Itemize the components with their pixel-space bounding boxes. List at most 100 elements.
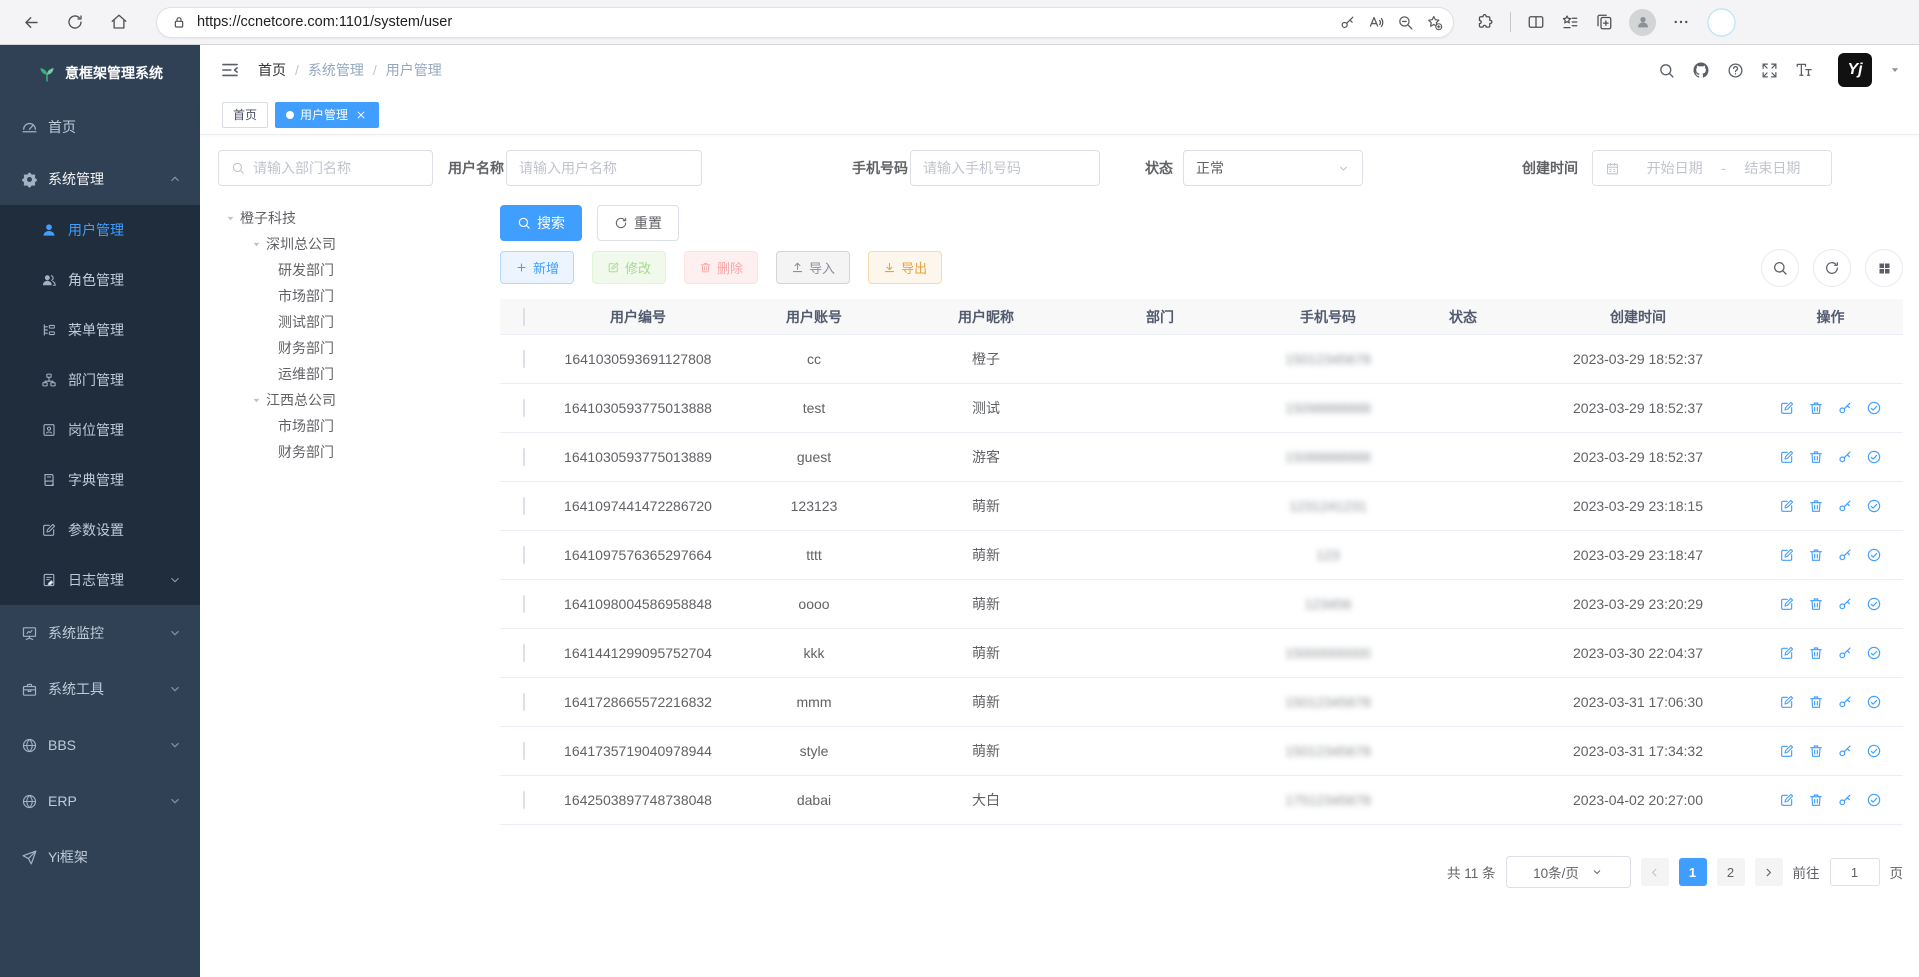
row-checkbox[interactable] bbox=[523, 644, 525, 662]
copilot-icon[interactable] bbox=[1706, 7, 1737, 38]
row-checkbox[interactable] bbox=[523, 693, 525, 711]
sidebar-item-param-settings[interactable]: 参数设置 bbox=[0, 505, 200, 555]
row-assign-role-icon[interactable] bbox=[1866, 792, 1882, 808]
row-assign-role-icon[interactable] bbox=[1866, 694, 1882, 710]
search-button[interactable]: 搜索 bbox=[500, 205, 582, 241]
password-key-icon[interactable] bbox=[1339, 14, 1356, 31]
tree-node[interactable]: 研发部门 bbox=[222, 257, 487, 283]
home-icon[interactable] bbox=[104, 7, 134, 37]
tag-home[interactable]: 首页 bbox=[222, 102, 268, 128]
end-date[interactable]: 结束日期 bbox=[1726, 158, 1819, 178]
fullscreen-icon[interactable] bbox=[1761, 62, 1778, 79]
refresh-icon[interactable] bbox=[60, 7, 90, 37]
sidebar-item-log-mgmt[interactable]: 日志管理 bbox=[0, 555, 200, 605]
user-avatar[interactable]: Yj bbox=[1838, 53, 1872, 87]
row-reset-password-icon[interactable] bbox=[1837, 645, 1853, 661]
table-refresh-icon[interactable] bbox=[1813, 249, 1851, 287]
row-assign-role-icon[interactable] bbox=[1866, 400, 1882, 416]
tree-node[interactable]: 运维部门 bbox=[222, 361, 487, 387]
more-menu-icon[interactable] bbox=[1672, 13, 1690, 31]
row-edit-icon[interactable] bbox=[1779, 743, 1795, 759]
row-checkbox[interactable] bbox=[523, 399, 525, 417]
app-logo[interactable]: 意框架管理系统 bbox=[0, 45, 200, 101]
breadcrumb-home[interactable]: 首页 bbox=[258, 60, 286, 80]
username-input[interactable] bbox=[506, 150, 702, 186]
sidebar-item-user-mgmt[interactable]: 用户管理 bbox=[0, 205, 200, 255]
sidebar-item-home[interactable]: 首页 bbox=[0, 101, 200, 153]
back-icon[interactable] bbox=[16, 7, 46, 37]
sidebar-item-system-monitor[interactable]: 系统监控 bbox=[0, 605, 200, 661]
row-delete-icon[interactable] bbox=[1808, 596, 1824, 612]
read-aloud-icon[interactable] bbox=[1368, 14, 1385, 31]
row-assign-role-icon[interactable] bbox=[1866, 547, 1882, 563]
goto-page-input[interactable] bbox=[1830, 858, 1880, 886]
row-edit-icon[interactable] bbox=[1779, 400, 1795, 416]
browser-profile-avatar[interactable] bbox=[1629, 9, 1656, 36]
sidebar-item-dict-mgmt[interactable]: 字典管理 bbox=[0, 455, 200, 505]
sidebar-item-menu-mgmt[interactable]: 菜单管理 bbox=[0, 305, 200, 355]
help-icon[interactable] bbox=[1727, 62, 1744, 79]
row-reset-password-icon[interactable] bbox=[1837, 498, 1853, 514]
page-button-1[interactable]: 1 bbox=[1679, 858, 1707, 886]
tree-node[interactable]: 市场部门 bbox=[222, 413, 487, 439]
row-checkbox[interactable] bbox=[523, 742, 525, 760]
table-search-toggle-icon[interactable] bbox=[1761, 249, 1799, 287]
sidebar-item-post-mgmt[interactable]: 岗位管理 bbox=[0, 405, 200, 455]
column-settings-icon[interactable] bbox=[1865, 249, 1903, 287]
phone-input[interactable] bbox=[910, 150, 1100, 186]
favorite-star-icon[interactable] bbox=[1426, 14, 1443, 31]
next-page-button[interactable] bbox=[1755, 858, 1783, 886]
username-field[interactable] bbox=[519, 160, 689, 176]
sidebar-item-system-tools[interactable]: 系统工具 bbox=[0, 661, 200, 717]
row-reset-password-icon[interactable] bbox=[1837, 743, 1853, 759]
row-delete-icon[interactable] bbox=[1808, 547, 1824, 563]
tree-node[interactable]: 财务部门 bbox=[222, 335, 487, 361]
tree-node[interactable]: 江西总公司 bbox=[222, 387, 487, 413]
dept-search-input[interactable] bbox=[218, 150, 433, 186]
row-checkbox[interactable] bbox=[523, 595, 525, 613]
caret-down-icon[interactable] bbox=[248, 395, 264, 406]
sidebar-item-role-mgmt[interactable]: 角色管理 bbox=[0, 255, 200, 305]
breadcrumb-system-mgmt[interactable]: 系统管理 bbox=[308, 60, 364, 80]
status-select[interactable]: 正常 bbox=[1183, 150, 1363, 186]
row-reset-password-icon[interactable] bbox=[1837, 596, 1853, 612]
row-reset-password-icon[interactable] bbox=[1837, 547, 1853, 563]
row-edit-icon[interactable] bbox=[1779, 645, 1795, 661]
row-edit-icon[interactable] bbox=[1779, 547, 1795, 563]
row-delete-icon[interactable] bbox=[1808, 694, 1824, 710]
export-button[interactable]: 导出 bbox=[868, 251, 942, 284]
zoom-out-icon[interactable] bbox=[1397, 14, 1414, 31]
row-assign-role-icon[interactable] bbox=[1866, 645, 1882, 661]
page-size-select[interactable]: 10条/页 bbox=[1506, 856, 1631, 888]
collections-icon[interactable] bbox=[1595, 13, 1613, 31]
tree-node[interactable]: 财务部门 bbox=[222, 439, 487, 465]
date-range-picker[interactable]: 开始日期 - 结束日期 bbox=[1592, 150, 1832, 186]
import-button[interactable]: 导入 bbox=[776, 251, 850, 284]
header-search-icon[interactable] bbox=[1658, 62, 1675, 79]
row-assign-role-icon[interactable] bbox=[1866, 498, 1882, 514]
row-edit-icon[interactable] bbox=[1779, 449, 1795, 465]
tag-user-mgmt[interactable]: 用户管理 bbox=[275, 102, 379, 128]
row-delete-icon[interactable] bbox=[1808, 743, 1824, 759]
tree-node[interactable]: 测试部门 bbox=[222, 309, 487, 335]
font-size-icon[interactable] bbox=[1795, 61, 1813, 79]
split-screen-icon[interactable] bbox=[1527, 13, 1545, 31]
tree-node[interactable]: 橙子科技 bbox=[222, 205, 487, 231]
favorites-bar-icon[interactable] bbox=[1561, 13, 1579, 31]
url-text[interactable]: https://ccnetcore.com:1101/system/user bbox=[197, 14, 1339, 30]
sidebar-item-yi-framework[interactable]: Yi框架 bbox=[0, 829, 200, 885]
row-edit-icon[interactable] bbox=[1779, 792, 1795, 808]
page-button-2[interactable]: 2 bbox=[1717, 858, 1745, 886]
sidebar-item-bbs[interactable]: BBS bbox=[0, 717, 200, 773]
sidebar-item-erp[interactable]: ERP bbox=[0, 773, 200, 829]
row-edit-icon[interactable] bbox=[1779, 694, 1795, 710]
sidebar-item-system-mgmt[interactable]: 系统管理 bbox=[0, 153, 200, 205]
row-assign-role-icon[interactable] bbox=[1866, 596, 1882, 612]
tree-node[interactable]: 市场部门 bbox=[222, 283, 487, 309]
row-checkbox[interactable] bbox=[523, 497, 525, 515]
start-date[interactable]: 开始日期 bbox=[1628, 158, 1721, 178]
row-checkbox[interactable] bbox=[523, 448, 525, 466]
caret-down-icon[interactable] bbox=[222, 213, 238, 224]
extensions-icon[interactable] bbox=[1476, 13, 1494, 31]
modify-button[interactable]: 修改 bbox=[592, 251, 666, 284]
